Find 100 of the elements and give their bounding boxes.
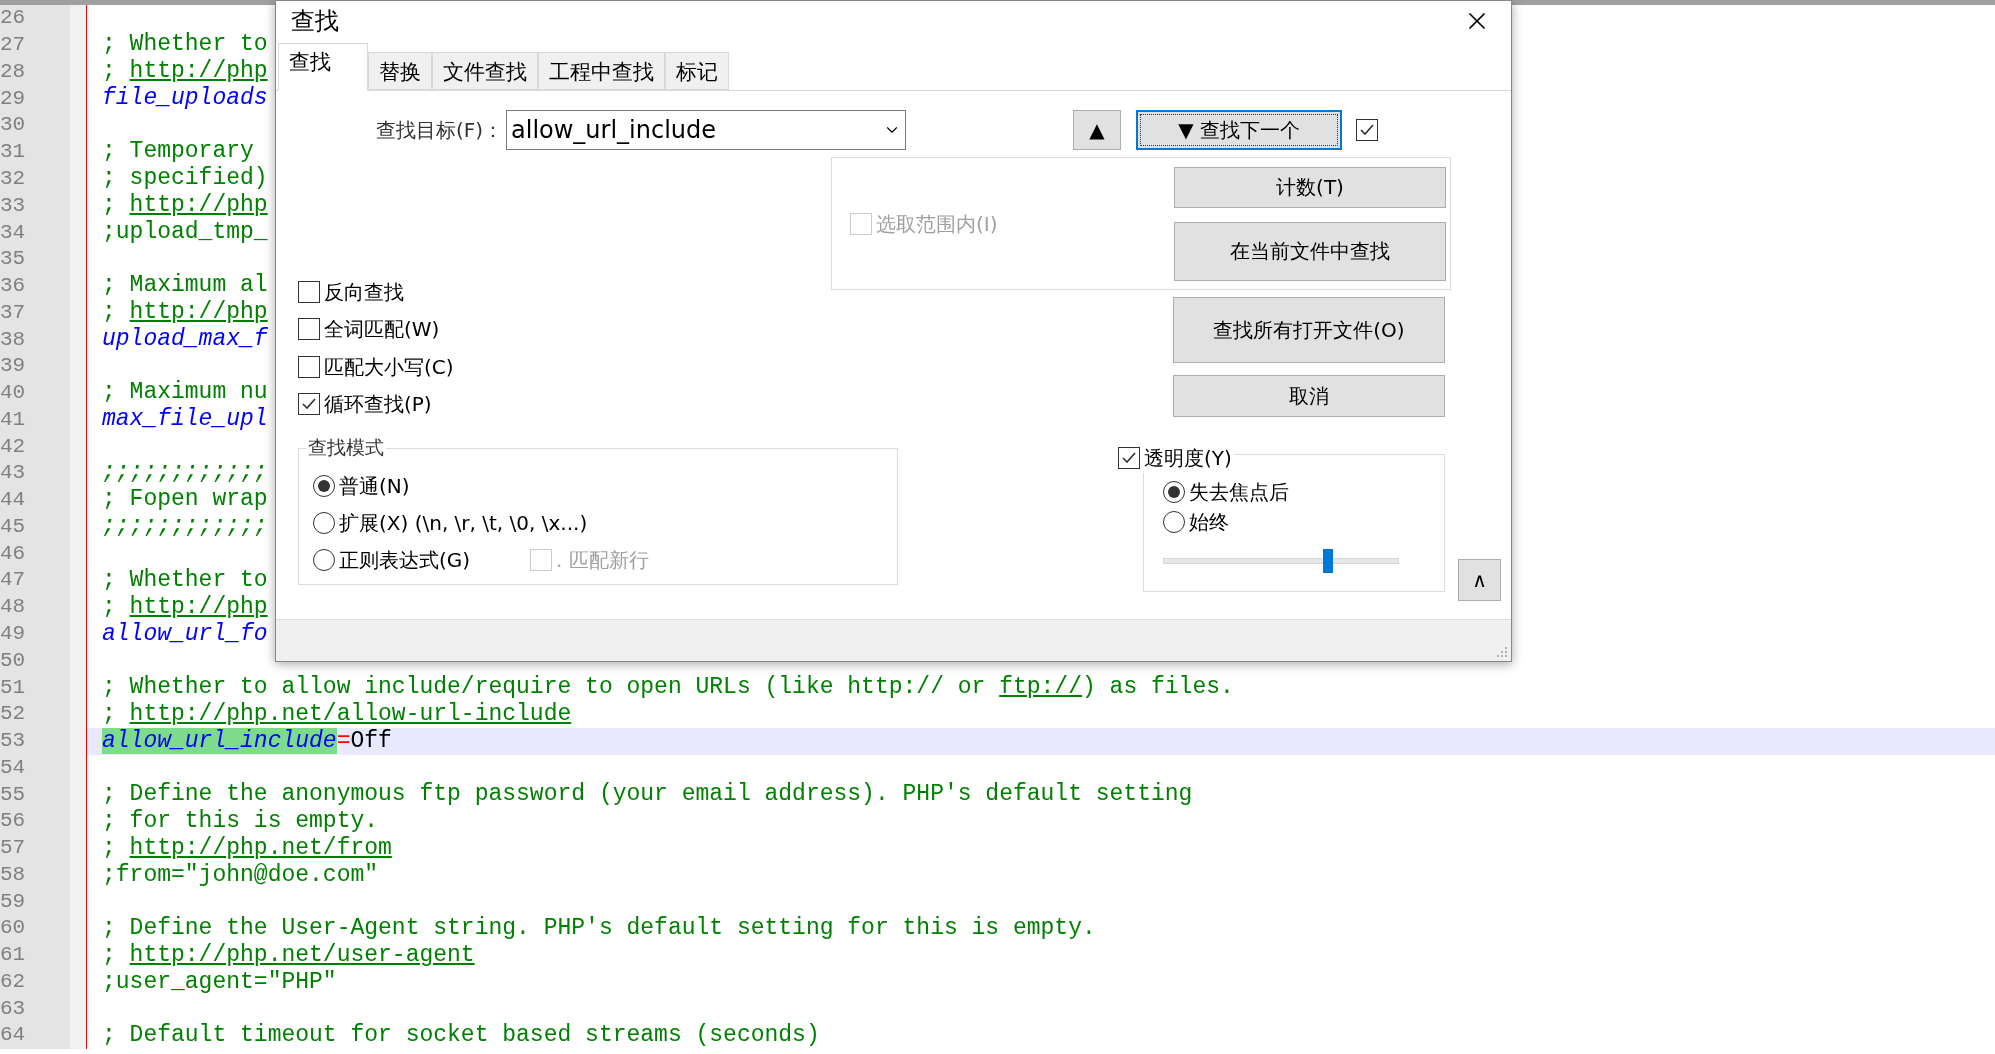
tab[interactable]: 查找: [278, 43, 368, 91]
code-line: ; Whether to: [102, 31, 268, 59]
count-button[interactable]: 计数(T): [1174, 166, 1446, 208]
checkbox[interactable]: [298, 393, 320, 416]
stay-open-checkbox[interactable]: [1356, 119, 1378, 141]
line-number: 59: [0, 889, 26, 914]
line-number: 60: [0, 916, 26, 941]
radio-button[interactable]: [313, 475, 335, 497]
find-all-open-button[interactable]: 查找所有打开文件(O): [1173, 297, 1445, 363]
line-number: 64: [0, 1023, 26, 1048]
line-number: 48: [0, 595, 26, 620]
line-number: 31: [0, 140, 26, 165]
tab[interactable]: 文件查找: [432, 52, 538, 90]
collapse-button[interactable]: ∧: [1458, 559, 1501, 601]
find-label: 查找目标(F)：: [376, 117, 498, 144]
code-line: allow_url_fo: [102, 620, 268, 648]
code-line: ; Whether to: [102, 566, 268, 594]
transparency-checkbox[interactable]: [1118, 447, 1140, 469]
cancel-button[interactable]: 取消: [1173, 375, 1445, 417]
code-line: max_file_upl: [102, 406, 268, 434]
checkbox-label: 匹配大小写(C): [324, 353, 454, 381]
line-number: 30: [0, 113, 26, 138]
find-combobox[interactable]: allow_url_include: [506, 110, 906, 150]
line-number: 50: [0, 648, 26, 673]
code-line: upload_max_f: [102, 326, 268, 354]
line-number: 39: [0, 354, 26, 379]
code-line: ;;;;;;;;;;;;: [102, 459, 268, 487]
checkbox-label: . 匹配新行: [556, 547, 649, 574]
line-number: 27: [0, 33, 26, 58]
line-number: 26: [0, 6, 26, 31]
tab[interactable]: 替换: [368, 52, 432, 90]
radio-button[interactable]: [313, 512, 335, 534]
line-number: 58: [0, 862, 26, 887]
code-line: ; http://php: [102, 58, 268, 86]
code-line: ; specified): [102, 165, 268, 193]
checkbox-label: 反向查找: [324, 278, 404, 306]
code-line: ; Fopen wrap: [102, 486, 268, 514]
code-line: ; http://php.net/user-agent: [102, 941, 475, 969]
line-number: 28: [0, 59, 26, 84]
code-line: ; for this is empty.: [102, 807, 379, 835]
checkbox-label: 透明度(Y): [1144, 445, 1232, 472]
radio-button[interactable]: [1163, 511, 1185, 533]
code-line: ; Maximum nu: [102, 379, 268, 407]
checkbox[interactable]: [298, 280, 320, 303]
line-number: 32: [0, 166, 26, 191]
check-icon: [1121, 450, 1137, 466]
find-next-button[interactable]: ▼ 查找下一个: [1136, 110, 1342, 150]
tab[interactable]: 标记: [665, 52, 729, 90]
line-number: 43: [0, 461, 26, 486]
code-line: ; Define the anonymous ftp password (your email address). PHP's default setting: [102, 780, 1193, 808]
radio-label: 扩展(X) (\n, \r, \t, \0, \x...): [339, 510, 588, 537]
code-line: ; Maximum al: [102, 272, 268, 300]
code-line: ; http://php.net/from: [102, 834, 392, 862]
line-number: 40: [0, 381, 26, 406]
checkbox-label: 全词匹配(W): [324, 316, 440, 344]
find-previous-button[interactable]: ▲: [1073, 110, 1121, 150]
line-number: 52: [0, 702, 26, 727]
line-number: 61: [0, 943, 26, 968]
code-line: ; http://php: [102, 299, 268, 327]
line-number: 42: [0, 434, 26, 459]
radio-button[interactable]: [313, 549, 335, 571]
find-value: allow_url_include: [511, 115, 717, 146]
line-number: 62: [0, 969, 26, 994]
radio-button[interactable]: [1163, 481, 1185, 503]
line-number: 41: [0, 407, 26, 432]
radio-label: 始终: [1189, 509, 1229, 536]
line-number: 49: [0, 622, 26, 646]
line-number: 37: [0, 300, 26, 325]
line-number: 34: [0, 220, 26, 245]
checkbox[interactable]: [298, 318, 320, 341]
resize-grip-icon[interactable]: [1496, 646, 1508, 658]
checkbox[interactable]: [298, 355, 320, 378]
code-line: ;from="john@doe.com": [102, 861, 379, 889]
line-number: 47: [0, 568, 26, 593]
code-line: ; http://php.net/allow-url-include: [102, 700, 572, 728]
radio-label: 正则表达式(G): [339, 547, 471, 574]
code-line: ; http://php: [102, 593, 268, 621]
line-number: 54: [0, 755, 26, 780]
checkbox-label: 循环查找(P): [324, 391, 432, 419]
radio-label: 普通(N): [339, 473, 410, 500]
line-number: 56: [0, 809, 26, 834]
transparency-slider[interactable]: [1163, 549, 1399, 573]
code-line: ;upload_tmp_: [102, 219, 268, 247]
tab[interactable]: 工程中查找: [538, 52, 665, 90]
code-line: ;;;;;;;;;;;;: [102, 513, 268, 541]
line-number: 53: [0, 729, 26, 754]
line-number: 38: [0, 327, 26, 352]
slider-thumb[interactable]: [1323, 549, 1334, 573]
line-number: 51: [0, 675, 26, 700]
code-line: ;user_agent="PHP": [102, 968, 337, 996]
code-line: ; Whether to allow include/require to open URLs (like http:// or ftp://) as files.: [102, 673, 1234, 701]
group-title: 查找模式: [306, 436, 386, 458]
line-number: 57: [0, 836, 26, 861]
line-number: 55: [0, 782, 26, 807]
line-number: 44: [0, 488, 26, 513]
find-in-current-button[interactable]: 在当前文件中查找: [1174, 221, 1446, 281]
line-number: 45: [0, 514, 26, 539]
line-number: 46: [0, 541, 26, 566]
checkbox-label: 选取范围内(I): [876, 210, 998, 238]
line-number: 63: [0, 996, 26, 1021]
